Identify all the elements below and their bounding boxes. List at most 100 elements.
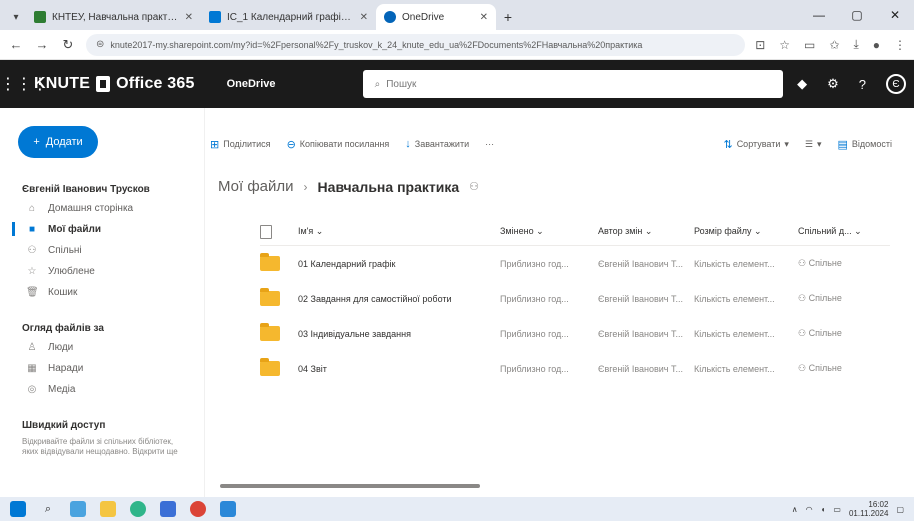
horizontal-scrollbar[interactable]	[220, 484, 480, 488]
favorite-star-icon[interactable]: ☆	[779, 38, 790, 52]
column-header-label: Змінено	[500, 226, 534, 236]
read-aloud-icon[interactable]: ⊡	[755, 38, 765, 52]
photos-icon[interactable]	[220, 501, 236, 517]
file-row[interactable]: 02 Завдання для самостійної роботи Прибл…	[260, 281, 890, 316]
nav-item-media[interactable]: ◎ Медіа	[0, 380, 204, 398]
forward-icon[interactable]: →	[34, 37, 50, 52]
brand[interactable]: KNUTE Office 365	[34, 75, 213, 93]
size-cell: Кількість елемент...	[694, 328, 775, 339]
nav-item-people[interactable]: ♙ Люди	[0, 338, 204, 356]
breadcrumb-root[interactable]: Мої файли	[218, 178, 294, 195]
minimize-button[interactable]: —	[800, 0, 838, 30]
app-name[interactable]: OneDrive	[213, 78, 363, 90]
nav-item-meetings[interactable]: ▦ Наради	[0, 359, 204, 377]
download-icon: ↓	[405, 138, 411, 150]
modified-by-cell: Євгеній Іванович Т...	[598, 328, 683, 339]
shared-people-icon[interactable]: ⚇	[469, 180, 479, 193]
file-name-link[interactable]: 01 Календарний графік	[298, 259, 500, 269]
new-tab-button[interactable]: +	[496, 4, 520, 30]
edge-browser-icon[interactable]	[130, 501, 146, 517]
sharing-label: Спільне	[808, 363, 842, 373]
shared-icon: ⚇	[798, 293, 807, 303]
file-row[interactable]: 03 Індивідуальне завдання Приблизно год.…	[260, 316, 890, 351]
site-info-icon[interactable]: ⊜	[96, 39, 104, 50]
file-name-link[interactable]: 02 Завдання для самостійної роботи	[298, 294, 500, 304]
view-list-icon: ☰	[804, 138, 813, 149]
url-field[interactable]: ⊜ knute2017-my.sharepoint.com/my?id=%2Fp…	[86, 33, 746, 56]
details-pane-button[interactable]: ▤ Відомості	[838, 138, 892, 151]
chevron-down-icon: ⌄	[854, 226, 862, 236]
volume-icon[interactable]: ◖	[821, 505, 826, 514]
profile-icon[interactable]: ●	[873, 38, 880, 52]
browser-tab-2[interactable]: ІС_1 Календарний графік ... ✕	[201, 4, 376, 30]
tab-list-chevron-icon[interactable]: ▾	[6, 4, 26, 30]
file-row[interactable]: 01 Календарний графік Приблизно год... Є…	[260, 246, 890, 281]
info-pane-icon: ▤	[837, 138, 848, 151]
reload-icon[interactable]: ↻	[60, 37, 76, 53]
chrome-browser-icon[interactable]	[190, 501, 206, 517]
downloads-icon[interactable]: ⤓	[853, 37, 858, 52]
wifi-icon[interactable]: ◠	[806, 505, 813, 514]
file-name-link[interactable]: 03 Індивідуальне завдання	[298, 329, 500, 339]
browse-section-title: Огляд файлів за	[22, 323, 104, 334]
sort-button[interactable]: ⇅ Сортувати ▾	[723, 138, 788, 151]
people-icon: ♙	[27, 341, 37, 353]
file-list-header: Ім'я ⌄ Змінено ⌄ Автор змін ⌄ Розмір фай…	[260, 218, 890, 246]
app-launcher-icon[interactable]: ⋮⋮⋮	[0, 74, 48, 94]
settings-gear-icon[interactable]: ⚙	[827, 76, 839, 92]
column-header-name[interactable]: Ім'я ⌄	[298, 226, 500, 237]
nav-item-home[interactable]: ⌂ Домашня сторінка	[0, 199, 204, 217]
search-icon[interactable]: ⌕	[40, 501, 56, 517]
windows-start-icon[interactable]	[10, 501, 26, 517]
battery-icon[interactable]: ▭	[833, 505, 841, 514]
widgets-icon[interactable]	[70, 501, 86, 517]
column-header-sharing[interactable]: Спільний д... ⌄	[798, 226, 890, 237]
notifications-icon[interactable]: ▢	[896, 505, 904, 514]
details-label: Відомості	[851, 139, 892, 149]
view-options-button[interactable]: ☰ ▾	[805, 138, 822, 151]
modified-cell: Приблизно год...	[500, 258, 569, 269]
nav-item-shared[interactable]: ⚇ Спільні	[0, 241, 204, 259]
help-icon[interactable]: ?	[859, 77, 866, 92]
account-avatar[interactable]: Є	[886, 74, 906, 94]
chevron-up-icon[interactable]: ∧	[792, 505, 798, 514]
tab-close-icon[interactable]: ✕	[360, 12, 368, 23]
nav-item-recycle-bin[interactable]: 🗑 Кошик	[0, 283, 204, 301]
search-box[interactable]: ⌕ Пошук	[362, 70, 783, 98]
maximize-button[interactable]: ▢	[838, 0, 876, 30]
file-type-header[interactable]	[260, 224, 298, 239]
shared-icon: ⚇	[798, 258, 807, 268]
clock-date: 01.11.2024	[848, 509, 889, 518]
tab-title: КНТЕУ, Навчальна практика	[52, 11, 179, 23]
more-commands-button[interactable]: ···	[485, 139, 494, 149]
nav-item-favorites[interactable]: ☆ Улюблене	[0, 262, 204, 280]
favorites-icon[interactable]: ✩	[829, 38, 839, 52]
column-header-size[interactable]: Розмір файлу ⌄	[694, 226, 798, 237]
menu-icon[interactable]: ⋮	[894, 38, 906, 52]
premium-diamond-icon[interactable]: ◆	[797, 76, 807, 92]
media-icon: ◎	[27, 383, 37, 395]
download-button[interactable]: ↓ Завантажити	[405, 138, 469, 150]
clock[interactable]: 16:02 01.11.2024	[849, 500, 888, 518]
copy-link-button[interactable]: ⊖ Копіювати посилання	[287, 138, 390, 151]
onedrive-favicon-icon	[384, 11, 396, 23]
home-icon: ⌂	[28, 202, 36, 214]
file-row[interactable]: 04 Звіт Приблизно год... Євгеній Іванови…	[260, 351, 890, 386]
browser-tab-1[interactable]: КНТЕУ, Навчальна практика ✕	[26, 4, 201, 30]
tab-close-icon[interactable]: ✕	[480, 12, 488, 23]
add-new-button[interactable]: + Додати	[18, 126, 98, 158]
column-header-modified[interactable]: Змінено ⌄	[500, 226, 598, 237]
nav-item-my-files[interactable]: ■ Мої файли	[0, 220, 204, 238]
tab-close-icon[interactable]: ✕	[185, 12, 193, 23]
chevron-down-icon: ⌄	[644, 226, 653, 236]
share-button[interactable]: ⊞ Поділитися	[210, 138, 271, 151]
browser-tab-active[interactable]: OneDrive ✕	[376, 4, 496, 30]
close-window-button[interactable]: ✕	[876, 0, 914, 30]
file-name-link[interactable]: 04 Звіт	[298, 364, 500, 374]
app-icon[interactable]	[160, 501, 176, 517]
sharing-cell: ⚇ Спільне	[798, 328, 890, 339]
column-header-modified-by[interactable]: Автор змін ⌄	[598, 226, 694, 237]
back-icon[interactable]: ←	[8, 37, 24, 52]
file-explorer-icon[interactable]	[100, 501, 116, 517]
split-screen-icon[interactable]: ▭	[804, 38, 815, 52]
